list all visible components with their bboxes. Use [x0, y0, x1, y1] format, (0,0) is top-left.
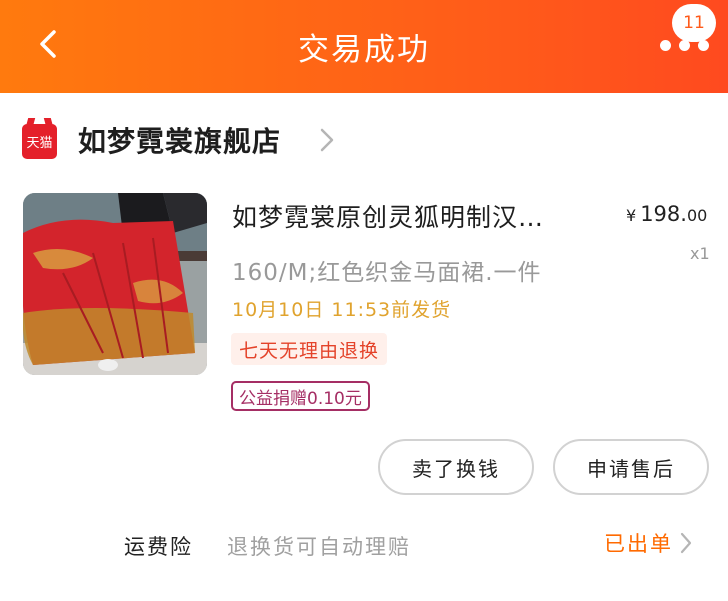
skirt-image [23, 193, 207, 375]
shipping-insurance-status[interactable]: 已出单 [604, 528, 693, 558]
product-quantity: x1 [690, 244, 710, 263]
insurance-status-text: 已出单 [604, 532, 673, 556]
tmall-logo: 天猫 [22, 124, 57, 159]
return-policy-tag: 七天无理由退换 [231, 333, 388, 365]
top-bar: 交易成功 11 [0, 0, 728, 93]
product-title[interactable]: 如梦霓裳原创灵狐明制汉… [232, 198, 572, 234]
more-dots-icon [660, 40, 709, 51]
product-spec: 160/M;红色织金马面裙.一件 [232, 260, 542, 286]
shipping-insurance-label: 运费险 [124, 535, 193, 559]
product-image[interactable] [23, 193, 207, 375]
shop-name: 如梦霓裳旗舰店 [78, 125, 282, 158]
price-decimal: 00 [686, 206, 708, 225]
back-button[interactable] [26, 22, 70, 66]
shipping-insurance-description: 退换货可自动理赔 [227, 535, 411, 559]
chevron-right-icon [320, 128, 334, 152]
sell-button[interactable]: 卖了换钱 [378, 439, 534, 495]
chevron-left-icon [40, 30, 56, 58]
shop-row[interactable]: 天猫 如梦霓裳旗舰店 [0, 108, 728, 172]
price-integer: 198. [640, 202, 687, 226]
page-title: 交易成功 [298, 32, 430, 68]
charity-tag: 公益捐赠0.10元 [231, 381, 370, 411]
chevron-right-icon [680, 532, 692, 554]
currency-symbol: ¥ [626, 206, 637, 225]
ship-time: 10月10日 11:53前发货 [232, 299, 452, 321]
product-price: ¥198.00 [626, 202, 707, 226]
message-count-badge: 11 [672, 4, 716, 42]
after-sale-button[interactable]: 申请售后 [553, 439, 709, 495]
